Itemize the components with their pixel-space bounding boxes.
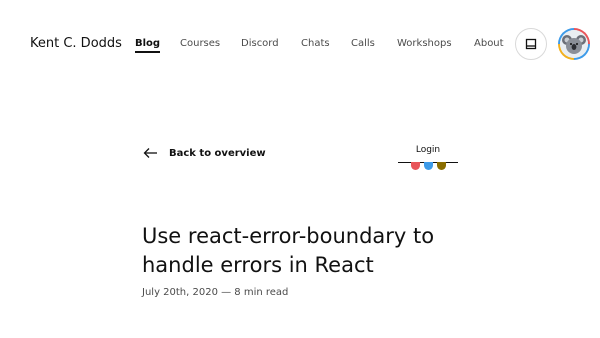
nav-chats[interactable]: Chats [301, 38, 330, 49]
arrow-left-icon [143, 148, 157, 158]
theme-toggle-button[interactable] [515, 28, 547, 60]
back-link-label: Back to overview [169, 147, 266, 159]
nav-blog[interactable]: Blog [135, 38, 161, 53]
login-dot-blue [424, 162, 433, 170]
user-avatar-button[interactable] [558, 28, 590, 60]
sidebar-layout-icon [525, 38, 537, 50]
nav-calls[interactable]: Calls [351, 38, 375, 49]
login-widget[interactable]: Login [398, 145, 458, 170]
site-brand[interactable]: Kent C. Dodds [30, 36, 122, 51]
article-meta: July 20th, 2020 — 8 min read [142, 287, 289, 298]
nav-about[interactable]: About [474, 38, 504, 49]
nav-workshops[interactable]: Workshops [397, 38, 452, 49]
login-label: Login [415, 145, 441, 155]
nav-discord[interactable]: Discord [241, 38, 279, 49]
back-to-overview-link[interactable]: Back to overview [143, 147, 266, 159]
login-dot-red [411, 162, 420, 170]
nav-courses[interactable]: Courses [180, 38, 220, 49]
koala-avatar [560, 30, 588, 58]
article-title: Use react-error-boundary to handle error… [142, 224, 435, 277]
login-dot-yellow [437, 162, 446, 170]
